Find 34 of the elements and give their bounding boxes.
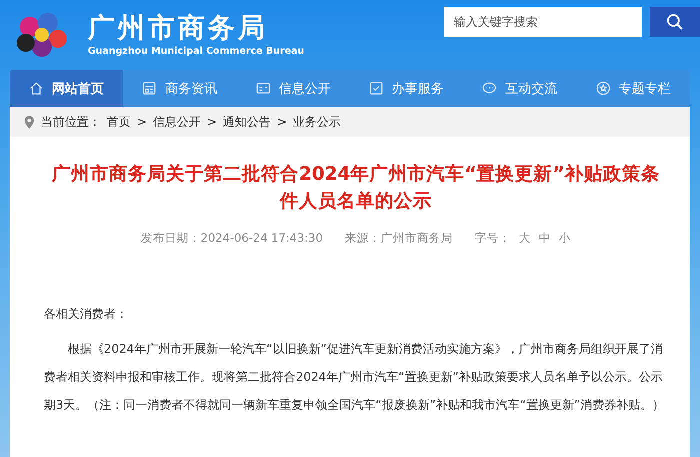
- id-card-icon: [256, 81, 271, 96]
- breadcrumb-label: 当前位置：: [41, 114, 101, 130]
- breadcrumb-separator: >: [137, 115, 148, 129]
- publish-date: 发布日期：2024-06-24 17:43:30: [140, 231, 324, 246]
- font-size-link[interactable]: 小: [559, 231, 572, 246]
- nav-tab[interactable]: 办事服务: [350, 70, 464, 107]
- nav-tab[interactable]: 专题专栏: [576, 70, 690, 107]
- breadcrumb-separator: >: [277, 115, 288, 129]
- nav-tab[interactable]: 互动交流: [463, 70, 577, 107]
- breadcrumb-link[interactable]: 通知公告: [223, 114, 272, 130]
- search-icon: [666, 13, 684, 31]
- breadcrumb-link[interactable]: 信息公开: [153, 114, 202, 130]
- home-icon: [29, 81, 44, 96]
- greeting-text: 各相关消费者：: [44, 306, 129, 323]
- search-button[interactable]: [650, 7, 700, 37]
- font-size-link[interactable]: 大: [519, 231, 532, 246]
- breadcrumb-link[interactable]: 业务公示: [293, 114, 342, 130]
- search-field[interactable]: 输入关键字搜索: [444, 7, 642, 37]
- nav-tab[interactable]: 网站首页: [10, 70, 124, 107]
- newspaper-icon: [142, 81, 158, 96]
- site-title: 广州市商务局: [88, 13, 269, 45]
- font-size-label: 字号：: [475, 231, 512, 246]
- breadcrumb-separator: >: [207, 115, 218, 129]
- location-pin-icon: [24, 114, 35, 130]
- nav-tab[interactable]: 商务资讯: [123, 70, 237, 107]
- nav-tab[interactable]: 信息公开: [236, 70, 350, 107]
- chat-icon: [482, 81, 498, 96]
- body-paragraph: 根据《2024年广州市开展新一轮汽车“以旧换新”促进汽车更新消费活动实施方案》，广州市商务局组织开展了消费者相关资料申报和审核工作。现将第二批符合2024年广州市汽车“置换更新”补贴政策要求人员名单予以公示。公示期3天。（注：同一消费者不得就同一辆新车重复申领全国汽车“报废换新”补贴和我市汽车“置换更新”消费券补贴。）: [44, 341, 666, 414]
- checkbox-icon: [369, 81, 384, 96]
- breadcrumb-link[interactable]: 首页: [107, 114, 131, 130]
- font-size-link[interactable]: 中: [539, 231, 552, 246]
- source-text: 来源：广州市商务局: [345, 231, 454, 246]
- site-subtitle: Guangzhou Municipal Commerce Bureau: [88, 46, 304, 57]
- article-title: 广州市商务局关于第二批符合2024年广州市汽车“置换更新”补贴政策条件人员名单的公示: [50, 163, 661, 214]
